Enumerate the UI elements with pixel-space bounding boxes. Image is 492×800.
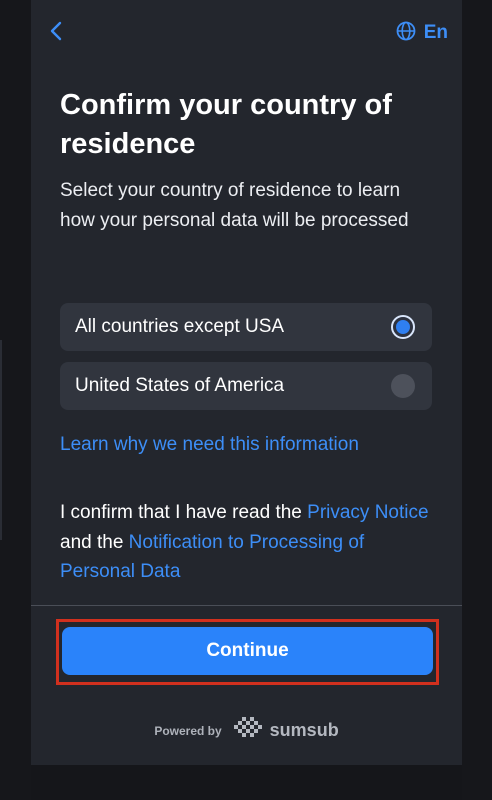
- chevron-left-icon: [49, 20, 63, 47]
- top-bar: En: [31, 0, 462, 68]
- backdrop-left: [0, 0, 31, 800]
- language-selector[interactable]: En: [396, 20, 448, 46]
- page-subtitle: Select your country of residence to lear…: [60, 180, 409, 231]
- globe-icon: [396, 21, 416, 46]
- back-button[interactable]: [45, 20, 67, 46]
- sumsub-logo-icon: [232, 716, 264, 745]
- confirm-text-part2: and the: [60, 531, 129, 553]
- option-united-states[interactable]: United States of America: [60, 362, 432, 410]
- option-label: United States of America: [75, 375, 285, 396]
- backdrop-right: [462, 0, 492, 800]
- footer-divider: [31, 605, 462, 606]
- radio-unselected[interactable]: [391, 374, 415, 398]
- privacy-notice-link[interactable]: Privacy Notice: [307, 502, 428, 523]
- powered-by-label: Powered by: [154, 723, 222, 738]
- continue-button[interactable]: Continue: [62, 627, 433, 675]
- radio-selected[interactable]: [391, 315, 415, 339]
- language-label: En: [423, 22, 448, 43]
- learn-why-link[interactable]: Learn why we need this information: [60, 431, 359, 459]
- app-window: En Confirm your country of residence Sel…: [0, 0, 492, 800]
- option-all-countries-except-usa[interactable]: All countries except USA: [60, 303, 432, 351]
- brand-name: sumsub: [269, 720, 339, 740]
- page-title: Confirm your country of residence: [60, 89, 392, 160]
- confirm-statement: I confirm that I have read the Privacy N…: [60, 498, 430, 587]
- brand: sumsub: [232, 716, 339, 745]
- option-label: All countries except USA: [75, 316, 285, 337]
- confirm-text-part1: I confirm that I have read the: [60, 502, 308, 523]
- verification-panel: En Confirm your country of residence Sel…: [31, 0, 462, 765]
- continue-highlight: Continue: [56, 619, 439, 685]
- powered-by: Powered by sumsub: [31, 716, 462, 745]
